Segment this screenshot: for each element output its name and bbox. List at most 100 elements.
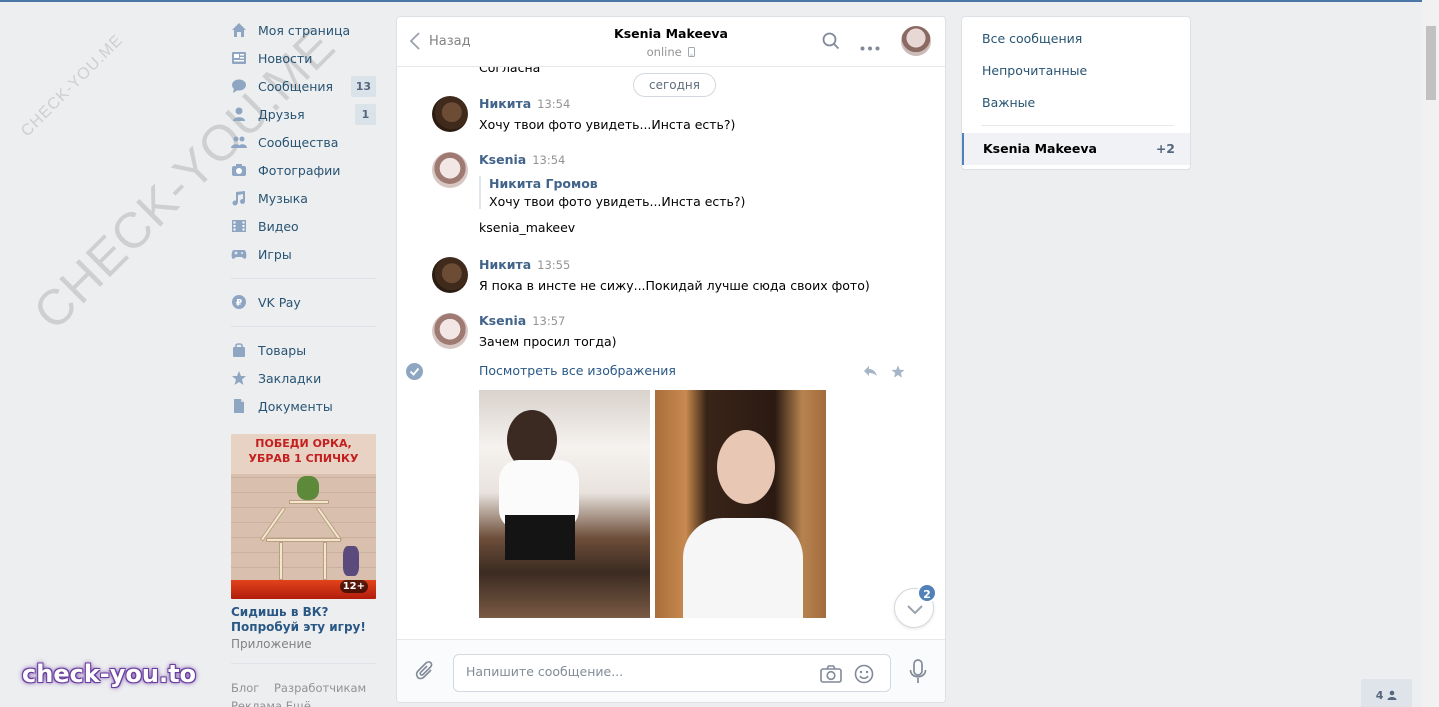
page-scrollbar[interactable] — [1422, 0, 1439, 707]
attach-icon[interactable] — [415, 660, 435, 685]
reply-icon[interactable] — [863, 365, 878, 380]
select-check-icon[interactable] — [406, 363, 423, 380]
ad-match — [323, 542, 327, 580]
avatar[interactable] — [432, 96, 468, 132]
message-author[interactable]: Ksenia — [479, 313, 526, 328]
nav-item-friends[interactable]: Друзья 1 — [231, 100, 376, 128]
message-item[interactable]: Ksenia 13:57 Зачем просил тогда) — [432, 313, 912, 350]
ad-subtitle: Приложение — [231, 637, 312, 651]
message-author[interactable]: Никита — [479, 257, 531, 272]
ad-image[interactable]: ПОБЕДИ ОРКА, УБРАВ 1 СПИЧКУ 12+ — [231, 434, 376, 599]
message-item[interactable]: Ksenia 13:54 Никита Громов Хочу твои фото… — [432, 152, 912, 236]
message-input[interactable] — [466, 664, 806, 679]
avatar[interactable] — [432, 313, 468, 349]
search-icon[interactable] — [822, 32, 840, 53]
ad-block[interactable]: ПОБЕДИ ОРКА, УБРАВ 1 СПИЧКУ 12+ Сидишь в… — [231, 434, 376, 651]
watermark-small: CHECK-YOU.ME — [18, 31, 127, 141]
filter-important[interactable]: Важные — [982, 95, 1035, 110]
ad-banner-line2: УБРАВ 1 СПИЧКУ — [248, 452, 359, 465]
nav-label: Игры — [258, 246, 292, 262]
message-text: Зачем просил тогда) — [479, 334, 617, 349]
message-item[interactable]: Никита 13:55 Я пока в инсте не сижу...Пок… — [432, 257, 912, 294]
chat-header: Назад Ksenia Makeeva online — [397, 17, 945, 67]
avatar[interactable] — [432, 257, 468, 293]
age-rating-badge: 12+ — [339, 580, 368, 593]
nav-item-goods[interactable]: Товары — [231, 336, 376, 364]
favorite-star-icon[interactable] — [891, 365, 905, 381]
nav-item-photos[interactable]: Фотографии — [231, 156, 376, 184]
bag-icon — [231, 342, 247, 358]
messages-count-badge: 13 — [350, 76, 376, 97]
message-time: 13:54 — [532, 153, 566, 167]
message-author[interactable]: Ksenia — [479, 152, 526, 167]
svg-text:₽: ₽ — [236, 299, 242, 309]
nav-label: VK Pay — [258, 294, 301, 310]
selected-conversation[interactable]: Ksenia Makeeva +2 — [962, 133, 1190, 165]
ad-hero — [343, 546, 359, 576]
ad-title[interactable]: Сидишь в ВК? Попробуй эту игру! — [231, 605, 376, 635]
nav-label: Моя страница — [258, 22, 351, 38]
nav-item-games[interactable]: Игры — [231, 240, 376, 268]
see-all-images-link[interactable]: Посмотреть все изображения — [479, 363, 676, 378]
friends-count-badge: 1 — [355, 104, 376, 125]
nav-item-music[interactable]: Музыка — [231, 184, 376, 212]
photo-attachment-2[interactable] — [655, 390, 826, 618]
nav-item-video[interactable]: Видео — [231, 212, 376, 240]
avatar[interactable] — [432, 152, 468, 188]
nav-item-groups[interactable]: Сообщества — [231, 128, 376, 156]
ad-orc — [297, 476, 319, 500]
message-time: 13:54 — [537, 97, 571, 111]
more-icon[interactable] — [860, 39, 880, 54]
video-icon — [231, 218, 247, 234]
message-text: Хочу твои фото увидеть...Инста есть?) — [479, 117, 736, 132]
ad-match — [289, 500, 329, 504]
footer-divider — [231, 663, 376, 664]
emoji-icon[interactable] — [854, 664, 874, 687]
nav-item-vkpay[interactable]: ₽ VK Pay — [231, 288, 376, 316]
microphone-icon[interactable] — [908, 659, 928, 688]
photo-subject-skirt — [505, 515, 575, 560]
nav-item-news[interactable]: Новости — [231, 44, 376, 72]
message-item[interactable]: Никита 13:54 Хочу твои фото увидеть...Инс… — [432, 96, 912, 133]
news-icon — [231, 50, 247, 66]
nav-item-documents[interactable]: Документы — [231, 392, 376, 420]
scrollbar-thumb[interactable] — [1426, 26, 1436, 100]
online-count: 4 — [1375, 689, 1384, 702]
footer-link-blog[interactable]: Блог — [231, 681, 259, 695]
chat-panel: Назад Ksenia Makeeva online Согласна сег… — [396, 16, 946, 703]
star-icon — [231, 370, 247, 386]
conversation-name: Ksenia Makeeva — [983, 141, 1097, 156]
ad-match — [279, 542, 283, 580]
message-author[interactable]: Никита — [479, 96, 531, 111]
forwarded-quote[interactable]: Никита Громов Хочу твои фото увидеть...И… — [479, 176, 912, 209]
ad-banner-text: ПОБЕДИ ОРКА, УБРАВ 1 СПИЧКУ — [231, 434, 376, 474]
nav-item-my-page[interactable]: Моя страница — [231, 16, 376, 44]
filter-all-messages[interactable]: Все сообщения — [982, 31, 1082, 46]
nav-label: Новости — [258, 50, 313, 66]
friends-icon — [231, 106, 247, 122]
music-icon — [231, 190, 247, 206]
nav-item-bookmarks[interactable]: Закладки — [231, 364, 376, 392]
peer-avatar[interactable] — [901, 26, 931, 56]
nav-item-messages[interactable]: Сообщения 13 — [231, 72, 376, 100]
nav-label: Видео — [258, 218, 299, 234]
message-composer — [397, 639, 945, 702]
peer-status-text: online — [646, 45, 682, 59]
quote-author[interactable]: Никита Громов — [489, 176, 912, 191]
message-input-box[interactable] — [453, 654, 891, 692]
filter-unread[interactable]: Непрочитанные — [982, 63, 1087, 78]
online-friends-button[interactable]: 4 — [1361, 679, 1412, 707]
photo-attachment-1[interactable] — [479, 390, 650, 618]
groups-icon — [231, 134, 247, 150]
document-icon — [231, 398, 247, 414]
gamepad-icon — [231, 246, 247, 262]
messages-icon — [231, 78, 247, 94]
nav-divider — [231, 326, 376, 327]
nav-label: Закладки — [258, 370, 322, 386]
mobile-icon — [688, 47, 696, 57]
camera-icon[interactable] — [820, 664, 842, 687]
footer-links: Блог Разработчикам — [231, 681, 377, 695]
unread-badge: 2 — [917, 583, 937, 603]
footer-link-developers[interactable]: Разработчикам — [274, 681, 366, 695]
footer-links-more[interactable]: Реклама Ещё ... — [231, 699, 326, 707]
